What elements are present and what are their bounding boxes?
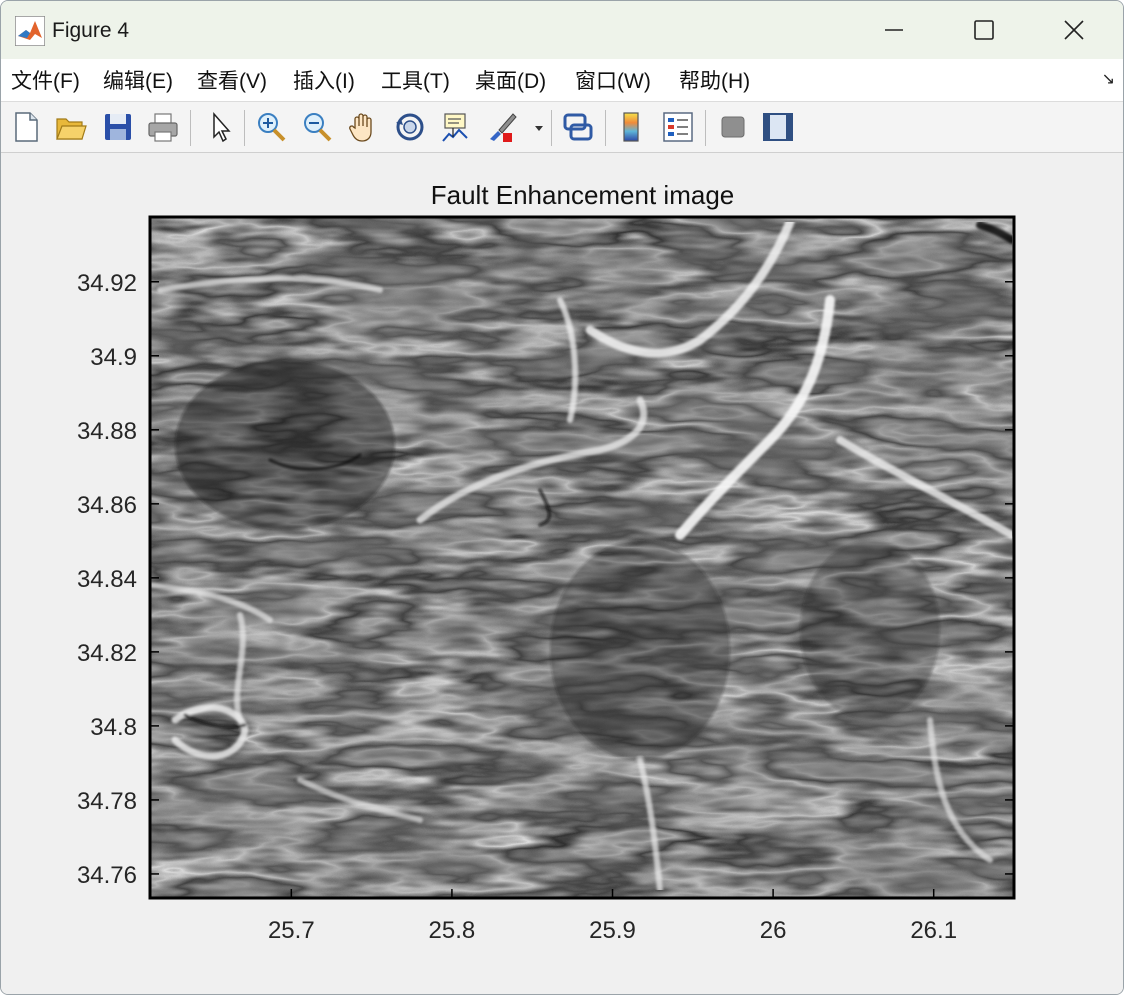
y-tick-label: 34.86 [77,492,137,519]
axes-layer: 25.7 25.8 25.9 26 26.1 34.92 34.9 34.88 34.86 34… [77,215,1016,944]
y-tick-label: 34.78 [77,788,137,815]
y-tick-label: 34.88 [77,418,137,445]
y-tick-label: 34.82 [77,640,137,667]
fault-enhancement-image [150,217,1014,898]
y-tick-label: 34.84 [77,566,137,593]
y-tick-label: 34.76 [77,862,137,889]
x-tick-label: 25.9 [589,917,636,944]
x-tick-label: 25.7 [268,917,315,944]
y-tick-label: 34.92 [77,270,137,297]
x-tick-label: 26 [760,917,787,944]
y-tick-label: 34.9 [90,344,137,371]
x-tick-label: 25.8 [429,917,476,944]
y-tick-label: 34.8 [90,714,137,741]
x-tick-label: 26.1 [910,917,957,944]
